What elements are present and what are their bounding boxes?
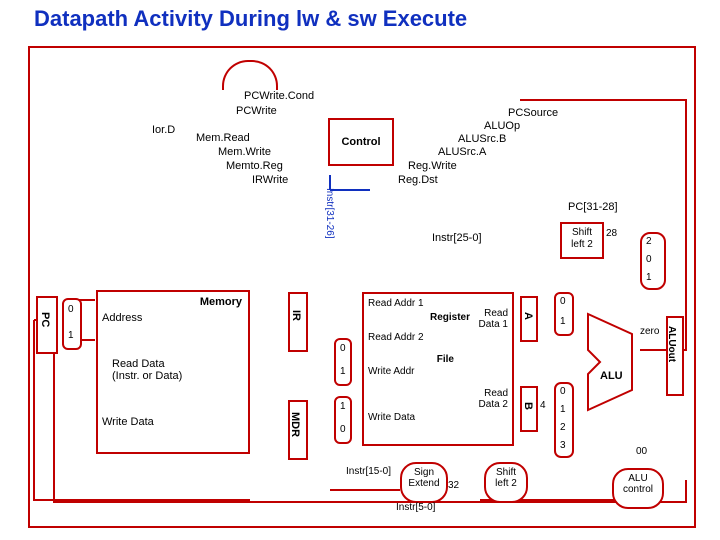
lbl-memtoreg: Memto.Reg xyxy=(226,160,283,172)
mux-regdst-0: 0 xyxy=(340,343,346,354)
lbl-alusrcb: ALUSrc.B xyxy=(458,133,506,145)
lbl-irwrite: IRWrite xyxy=(252,174,288,186)
memory-title: Memory xyxy=(200,296,242,308)
shift-left-2-lower: Shift left 2 xyxy=(484,462,528,503)
memory-writedata-label: Write Data xyxy=(102,416,154,428)
mux-alusrca-0: 0 xyxy=(560,296,566,307)
alu-shape xyxy=(586,312,646,412)
rf-readaddr2: Read Addr 2 xyxy=(368,332,424,343)
rf-readaddr1: Read Addr 1 xyxy=(368,298,424,309)
aluout-register: ALUout xyxy=(666,316,684,396)
lbl-memwrite: Mem.Write xyxy=(218,146,271,158)
mux-iord-0: 0 xyxy=(68,304,74,315)
mux-opt-2: 2 xyxy=(646,236,652,247)
rf-title2: File xyxy=(437,354,454,365)
lbl-pcsource: PCSource xyxy=(508,107,558,119)
mux-opt-1: 1 xyxy=(646,272,652,283)
b-register: B xyxy=(520,386,538,432)
lbl-aluop: ALUOp xyxy=(484,120,520,132)
mux-regdst-1: 1 xyxy=(340,366,346,377)
lbl-4: 4 xyxy=(540,400,546,411)
lbl-instr15-0: Instr[15-0] xyxy=(346,466,391,477)
rf-writedata: Write Data xyxy=(368,412,415,423)
mux-iord: 0 1 xyxy=(62,298,82,350)
mux-regdst: 0 1 xyxy=(334,338,352,386)
alu-control: ALU control xyxy=(612,468,664,509)
mux-alusrcb-1: 1 xyxy=(560,404,566,415)
lbl-regwrite: Reg.Write xyxy=(408,160,457,172)
shift-left-2-upper: Shift left 2 xyxy=(560,222,604,259)
lbl-instr25-0: Instr[25-0] xyxy=(432,232,482,244)
alu-zero: zero xyxy=(640,326,659,337)
mux-memtoreg-1: 1 xyxy=(340,401,346,412)
lbl-pcwrite: PCWrite xyxy=(236,105,277,117)
alu-label: ALU xyxy=(600,370,623,382)
mux-alusrcb-2: 2 xyxy=(560,422,566,433)
lbl-memread: Mem.Read xyxy=(196,132,250,144)
mux-alusrca-1: 1 xyxy=(560,316,566,327)
lbl-regdst: Reg.Dst xyxy=(398,174,438,186)
mux-alusrca: 0 1 xyxy=(554,292,574,336)
mux-memtoreg: 1 0 xyxy=(334,396,352,444)
rf-rd1: Read Data 1 xyxy=(479,308,508,330)
memory-readdata-label: Read Data (Instr. or Data) xyxy=(112,358,182,382)
lbl-32: 32 xyxy=(448,480,459,491)
mux-opt-0: 0 xyxy=(646,254,652,265)
mdr-register: MDR xyxy=(288,400,308,460)
mux-alusrcb-0: 0 xyxy=(560,386,566,397)
mux-alusrcb: 0 1 2 3 xyxy=(554,382,574,458)
lbl-instr5-0: Instr[5-0] xyxy=(396,502,435,513)
lbl-iord: Ior.D xyxy=(152,124,175,136)
lbl-alusrca: ALUSrc.A xyxy=(438,146,486,158)
pc-register: PC xyxy=(36,296,58,354)
memory-address-label: Address xyxy=(102,312,142,324)
lbl-instr31-26: Instr[31-26] xyxy=(324,188,335,239)
lbl-pc31-28: PC[31-28] xyxy=(568,201,618,213)
a-register: A xyxy=(520,296,538,342)
register-file: Read Addr 1 Read Addr 2 Write Addr Write… xyxy=(362,292,514,446)
rf-title1: Register xyxy=(430,312,470,323)
mux-alusrcb-3: 3 xyxy=(560,440,566,451)
wiring xyxy=(0,0,720,540)
mux-memtoreg-0: 0 xyxy=(340,424,346,435)
sign-extend: Sign Extend xyxy=(400,462,448,503)
ir-register: IR xyxy=(288,292,308,352)
lbl-pcwritecond: PCWrite.Cond xyxy=(244,90,314,102)
memory-block: Memory Address Read Data (Instr. or Data… xyxy=(96,290,250,454)
lbl-28: 28 xyxy=(606,228,617,239)
mux-pcsource: 2 0 1 xyxy=(640,232,666,290)
control-block: Control xyxy=(328,118,394,166)
lbl-00: 00 xyxy=(636,446,647,457)
rf-rd2: Read Data 2 xyxy=(479,388,508,410)
rf-writeaddr: Write Addr xyxy=(368,366,415,377)
mux-iord-1: 1 xyxy=(68,330,74,341)
